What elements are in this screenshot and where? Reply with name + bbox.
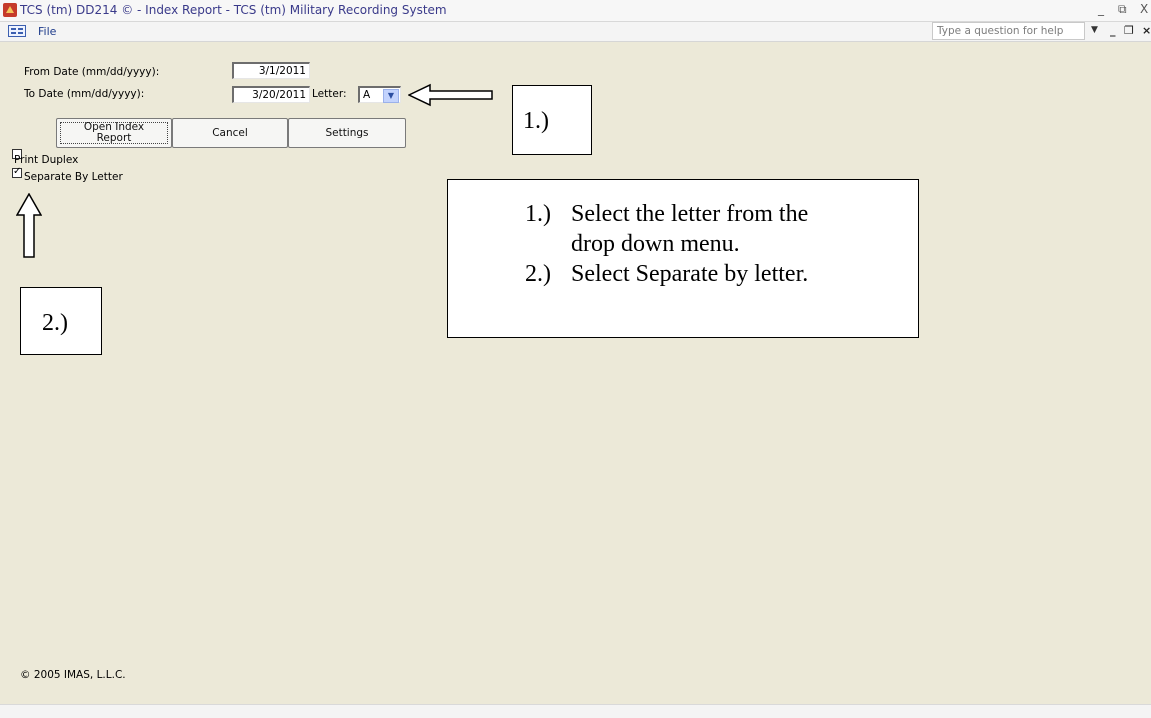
to-date-field[interactable]: 3/20/2011 [232,86,310,103]
instruction-2: 2.) Select Separate by letter. [525,259,808,289]
callout-step-1: 1.) [512,85,592,155]
up-arrow-annotation [16,193,42,258]
minimize-button[interactable]: _ [1098,2,1104,16]
copyright-text: © 2005 IMAS, L.L.C. [20,669,126,681]
help-search-input[interactable]: Type a question for help [932,22,1085,40]
to-date-label: To Date (mm/dd/yyyy): [24,88,145,100]
instruction-1-text-1: Select the letter from the [571,201,809,227]
instruction-2-text-1: Select Separate by letter. [571,261,809,287]
help-dropdown-icon[interactable]: ▼ [1091,25,1098,35]
instruction-1-number: 1.) [525,201,551,227]
cancel-button[interactable]: Cancel [172,118,288,148]
menu-file[interactable]: File [38,25,56,38]
settings-button-label: Settings [325,127,369,139]
letter-select-value: A [363,89,371,101]
instructions-box: 1.) Select the letter from the drop down… [447,179,919,338]
menu-bar: File Type a question for help ▼ _ ❐ × [0,22,1151,42]
restore-button[interactable]: ⧉ [1118,2,1127,17]
separate-by-letter-label: Separate By Letter [24,171,123,183]
letter-select[interactable]: A ▼ [358,86,401,103]
status-bar [0,704,1151,718]
form-icon [8,25,26,37]
open-index-report-button[interactable]: Open Index Report [56,118,172,148]
title-bar: TCS (tm) DD214 © - Index Report - TCS (t… [0,0,1151,22]
print-duplex-label: Print Duplex [14,154,79,166]
window-title: TCS (tm) DD214 © - Index Report - TCS (t… [20,3,447,17]
letter-label: Letter: [312,88,347,100]
close-button[interactable]: X [1140,2,1148,16]
app-icon [3,3,17,17]
mdi-minimize-button[interactable]: _ [1110,24,1116,37]
separate-by-letter-checkbox[interactable]: ✓ [12,166,22,178]
instruction-1: 1.) Select the letter from the drop down… [525,199,808,257]
left-arrow-annotation [408,83,493,107]
instruction-1-text-2: drop down menu. [571,231,740,257]
mdi-close-button[interactable]: × [1142,24,1151,37]
checkmark-icon: ✓ [13,166,22,177]
callout-step-2: 2.) [20,287,102,355]
from-date-label: From Date (mm/dd/yyyy): [24,66,160,78]
open-index-report-focus: Open Index Report [60,122,168,144]
from-date-field[interactable]: 3/1/2011 [232,62,310,79]
settings-button[interactable]: Settings [288,118,406,148]
mdi-restore-button[interactable]: ❐ [1124,24,1134,37]
cancel-button-label: Cancel [212,127,248,139]
chevron-down-icon[interactable]: ▼ [383,89,399,103]
open-index-report-label-2: Report [96,132,132,144]
instruction-2-number: 2.) [525,261,551,287]
